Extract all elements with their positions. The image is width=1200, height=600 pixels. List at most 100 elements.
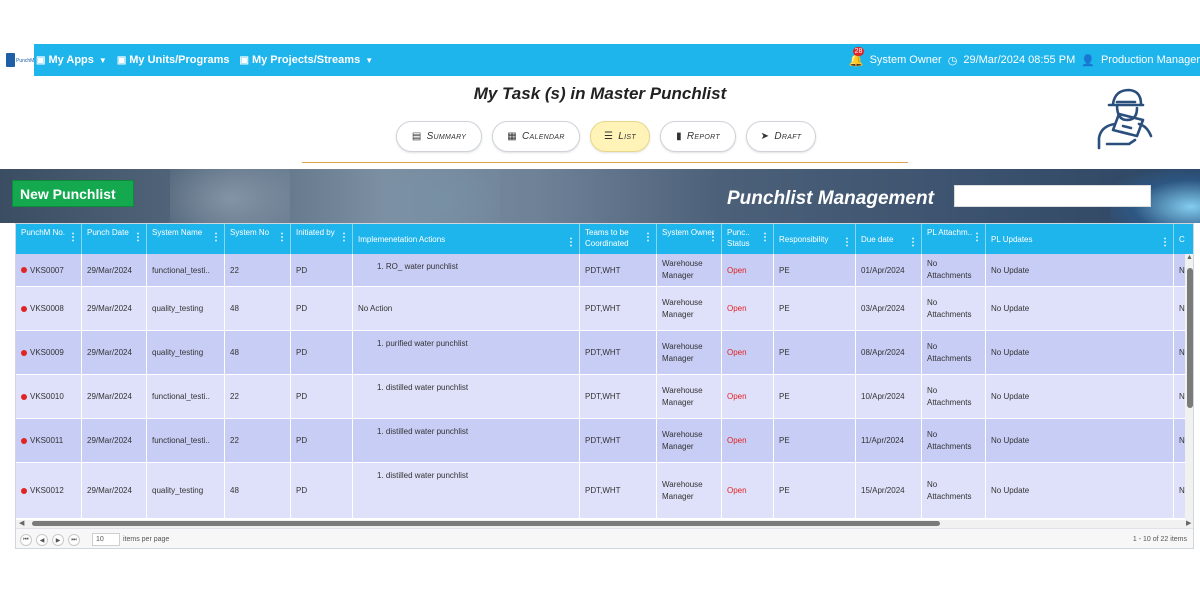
nav-my-apps[interactable]: ▣ My Apps ▼	[36, 54, 107, 66]
col-header-initiated-by[interactable]: Initiated by ⋮	[291, 224, 353, 254]
app-logo[interactable]: PunchM	[0, 44, 34, 76]
cell-punch-no[interactable]: VKS0011	[16, 419, 82, 462]
col-header-system-owner[interactable]: System Owner ⋮	[657, 224, 722, 254]
col-header-extra[interactable]: C	[1174, 224, 1186, 254]
column-menu-icon[interactable]: ⋮	[643, 233, 653, 243]
tab-list[interactable]: ☰ List	[590, 121, 650, 152]
cell-punch-no-text: VKS0007	[30, 265, 64, 275]
tab-draft[interactable]: ➤ Draft	[746, 121, 816, 152]
col-header-responsibility[interactable]: Responsibility ⋮	[774, 224, 856, 254]
cell-system-no: 48	[225, 463, 291, 518]
table-row[interactable]: VKS0011 29/Mar/2024 functional_testi.. 22 PD…	[16, 419, 1193, 463]
prev-page-icon[interactable]: ◀	[36, 534, 48, 546]
column-menu-icon[interactable]: ⋮	[760, 233, 770, 243]
cell-attachments: No Attachments	[922, 375, 986, 418]
cell-responsibility-text: PE	[779, 486, 790, 495]
cell-status-text: Open	[727, 436, 747, 445]
cell-initiated-by: PD	[291, 331, 353, 374]
cell-actions: 1. distilled water punchlist	[353, 375, 580, 418]
column-menu-icon[interactable]: ⋮	[566, 238, 576, 248]
cell-updates: No Update	[986, 287, 1174, 330]
nav-my-units[interactable]: ▣ My Units/Programs	[117, 54, 230, 66]
column-menu-icon[interactable]: ⋮	[277, 233, 287, 243]
tab-calendar[interactable]: ▦ Calendar	[492, 121, 580, 152]
new-punchlist-button[interactable]: New Punchlist	[12, 180, 134, 207]
notification-bell[interactable]: 🔔 28	[849, 47, 865, 67]
col-header-status[interactable]: Punc.. Status ⋮	[722, 224, 774, 254]
cell-extra-text: N	[1179, 304, 1185, 313]
column-menu-icon[interactable]: ⋮	[842, 238, 852, 248]
cell-attachments-text: No Attachments	[927, 259, 972, 280]
cell-initiated-by: PD	[291, 287, 353, 330]
col-header-system-name[interactable]: System Name ⋮	[147, 224, 225, 254]
col-header-attachments[interactable]: PL Attachm.. ⋮	[922, 224, 986, 254]
cell-due-date: 11/Apr/2024	[856, 419, 922, 462]
column-menu-icon[interactable]: ⋮	[339, 233, 349, 243]
column-menu-icon[interactable]: ⋮	[133, 233, 143, 243]
cell-responsibility: PE	[774, 287, 856, 330]
user-name[interactable]: Production Manager	[1101, 54, 1200, 66]
cell-updates-text: No Update	[991, 436, 1030, 445]
nav-my-projects-label: My Projects/Streams	[251, 54, 361, 66]
tab-summary[interactable]: ▤ Summary	[396, 121, 482, 152]
horizontal-scroll-thumb[interactable]	[32, 521, 940, 526]
cell-actions: 1. RO_ water punchlist	[353, 254, 580, 286]
cell-due-date-text: 03/Apr/2024	[861, 304, 905, 313]
last-page-icon[interactable]: ⏭	[68, 534, 80, 546]
status-dot-icon	[21, 437, 27, 444]
col-header-punch-date[interactable]: Punch Date ⋮	[82, 224, 147, 254]
col-header-punch-no[interactable]: PunchM No. ⋮	[16, 224, 82, 254]
cell-actions-text: 1. distilled water punchlist	[377, 471, 469, 480]
cell-due-date-text: 11/Apr/2024	[861, 436, 904, 445]
punchlist-grid: PunchM No. ⋮ Punch Date ⋮ System Name ⋮ Sys…	[15, 223, 1194, 549]
cell-extra-text: N	[1179, 392, 1185, 401]
vertical-scroll-thumb[interactable]	[1187, 268, 1193, 408]
next-page-icon[interactable]: ▶	[52, 534, 64, 546]
cell-punch-no[interactable]: VKS0012	[16, 463, 82, 518]
cell-punch-no[interactable]: VKS0007	[16, 254, 82, 286]
page-size-select[interactable]: 10	[92, 533, 120, 546]
tab-report[interactable]: ▮ Report	[660, 121, 736, 152]
column-menu-icon[interactable]: ⋮	[708, 233, 718, 243]
table-row[interactable]: VKS0012 29/Mar/2024 quality_testing 48 PD 1. …	[16, 463, 1193, 519]
column-menu-icon[interactable]: ⋮	[908, 238, 918, 248]
cell-system-no-text: 48	[230, 486, 239, 495]
cell-punch-no[interactable]: VKS0008	[16, 287, 82, 330]
scroll-right-icon[interactable]: ▶	[1186, 519, 1191, 527]
tab-calendar-label: Calendar	[522, 131, 565, 142]
col-header-updates[interactable]: PL Updates ⋮	[986, 224, 1174, 254]
grid-pager: ⏮ ◀ ▶ ⏭ 10 items per page 1 - 10 of 22 i…	[16, 528, 1193, 548]
col-header-system-no[interactable]: System No ⋮	[225, 224, 291, 254]
scroll-up-icon[interactable]: ▲	[1186, 254, 1193, 261]
nav-my-projects[interactable]: ▣ My Projects/Streams ▼	[240, 54, 374, 66]
table-row[interactable]: VKS0009 29/Mar/2024 quality_testing 48 PD 1. …	[16, 331, 1193, 375]
report-icon: ▮	[676, 131, 682, 142]
nav-menu: ▣ My Apps ▼ ▣ My Units/Programs ▣ My Pro…	[36, 44, 373, 76]
column-menu-icon[interactable]: ⋮	[68, 233, 78, 243]
column-menu-icon[interactable]: ⋮	[972, 233, 982, 243]
cell-teams: PDT,WHT	[580, 331, 657, 374]
col-header-due-date[interactable]: Due date ⋮	[856, 224, 922, 254]
col-header-actions[interactable]: Implemenetation Actions ⋮	[353, 224, 580, 254]
cell-system-name-text: functional_testi..	[152, 265, 210, 275]
horizontal-scrollbar[interactable]: ◀ ▶	[16, 519, 1193, 528]
page-size-label: items per page	[123, 536, 170, 543]
cell-status: Open	[722, 254, 774, 286]
cell-due-date: 03/Apr/2024	[856, 287, 922, 330]
col-header-teams[interactable]: Teams to be Coordinated ⋮	[580, 224, 657, 254]
cell-punch-no[interactable]: VKS0010	[16, 375, 82, 418]
scroll-left-icon[interactable]: ◀	[19, 519, 24, 527]
column-menu-icon[interactable]: ⋮	[211, 233, 221, 243]
vertical-scrollbar[interactable]: ▲	[1185, 254, 1193, 520]
cell-system-name-text: quality_testing	[152, 304, 204, 313]
first-page-icon[interactable]: ⏮	[20, 534, 32, 546]
table-row[interactable]: VKS0007 29/Mar/2024 functional_testi.. 22 PD…	[16, 254, 1193, 287]
table-row[interactable]: VKS0010 29/Mar/2024 functional_testi.. 22 PD…	[16, 375, 1193, 419]
calendar-icon: ▦	[507, 131, 518, 142]
cell-initiated-by: PD	[291, 375, 353, 418]
cell-punch-no[interactable]: VKS0009	[16, 331, 82, 374]
banner-search-input[interactable]	[954, 185, 1151, 207]
column-menu-icon[interactable]: ⋮	[1160, 238, 1170, 248]
cell-system-no-text: 22	[230, 436, 239, 445]
table-row[interactable]: VKS0008 29/Mar/2024 quality_testing 48 PD No …	[16, 287, 1193, 331]
